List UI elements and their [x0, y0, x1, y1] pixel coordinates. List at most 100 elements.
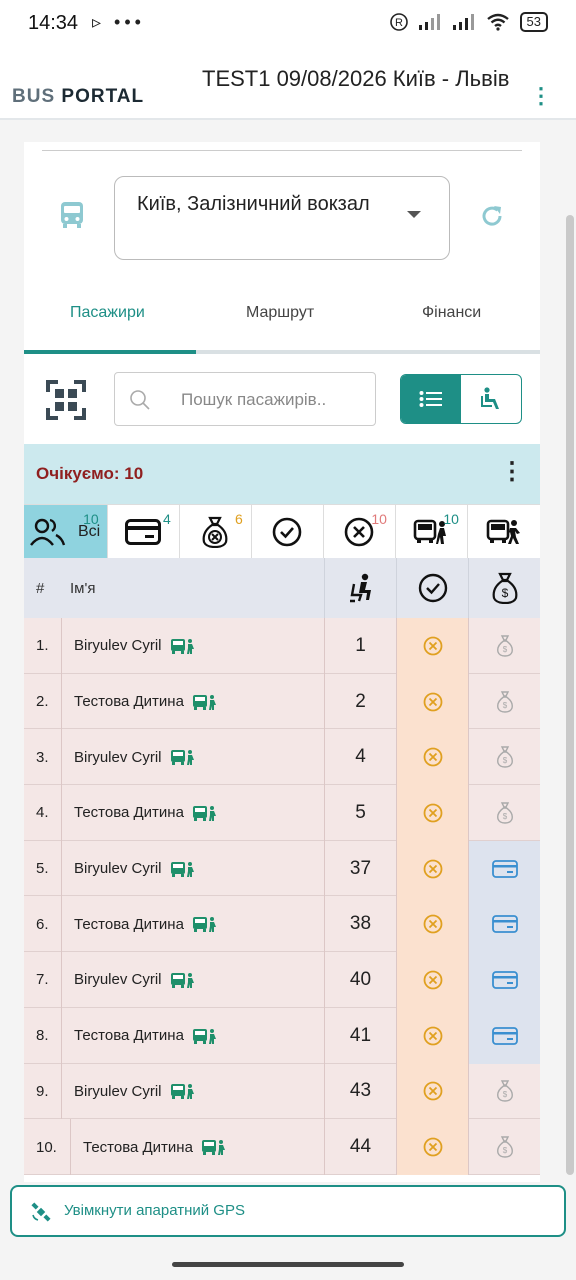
filter-card[interactable]: 4 — [107, 505, 180, 559]
bus-leaving-icon — [486, 519, 520, 544]
header-payment: $ — [468, 558, 540, 618]
svg-text:$: $ — [502, 1146, 507, 1155]
enable-gps-button[interactable]: Увімкнути апаратний GPS — [10, 1185, 566, 1237]
payment-status[interactable]: $ — [468, 729, 540, 786]
cross-circle-icon — [423, 747, 442, 767]
table-row[interactable]: 6. Тестова Дитина 38 — [24, 896, 540, 953]
header-name: Ім'я — [70, 579, 96, 597]
check-status[interactable] — [396, 896, 468, 953]
refresh-icon[interactable] — [478, 202, 506, 230]
passenger-name-cell[interactable]: Тестова Дитина — [61, 896, 218, 953]
passenger-name: Biryulev Cyril — [74, 637, 162, 655]
tab-finances[interactable]: Фінанси — [422, 304, 481, 322]
passenger-name-cell[interactable]: Biryulev Cyril — [61, 952, 196, 1008]
check-status[interactable] — [396, 1007, 468, 1064]
payment-status[interactable]: $ — [468, 673, 540, 730]
check-status[interactable] — [396, 1063, 468, 1120]
more-vertical-icon[interactable]: ⋮ — [530, 84, 552, 108]
check-status[interactable] — [396, 840, 468, 897]
payment-status[interactable]: $ — [468, 1063, 540, 1120]
row-number: 10. — [36, 1138, 57, 1156]
status-time: 14:34 — [28, 12, 79, 34]
page-title: TEST1 09/08/2026 Київ - Львів — [202, 66, 510, 91]
more-vertical-icon[interactable]: ⋮ — [500, 460, 524, 484]
header-seat — [324, 558, 396, 618]
table-row[interactable]: 1. Biryulev Cyril 1 $ — [24, 618, 540, 674]
passenger-name-cell[interactable]: Тестова Дитина — [61, 673, 218, 730]
passenger-name-cell[interactable]: Тестова Дитина — [61, 785, 218, 841]
card-icon — [491, 1026, 518, 1045]
cross-circle-icon — [423, 859, 442, 878]
table-header: # Ім'я $ — [24, 558, 540, 618]
filter-not-checked[interactable]: 10 — [323, 505, 396, 559]
tab-route[interactable]: Маршрут — [246, 304, 314, 322]
passenger-name-cell[interactable]: Biryulev Cyril — [61, 729, 196, 786]
filter-checked[interactable] — [251, 505, 324, 559]
row-number: 9. — [36, 1082, 49, 1100]
home-indicator[interactable] — [172, 1262, 404, 1267]
table-row[interactable]: 10. Тестова Дитина 44 $ — [24, 1119, 540, 1175]
money-bag-cross-icon — [202, 516, 228, 548]
status-notification-icons: ▹ ••• — [92, 12, 145, 32]
tab-passengers[interactable]: Пасажири — [70, 304, 145, 322]
check-status[interactable] — [396, 729, 468, 786]
passenger-name-cell[interactable]: Тестова Дитина — [70, 1119, 227, 1175]
tab-bar: Пасажири Маршрут Фінанси — [24, 288, 540, 354]
qr-scan-icon[interactable] — [46, 380, 86, 420]
check-status[interactable] — [396, 618, 468, 674]
passenger-name: Biryulev Cyril — [74, 971, 162, 989]
svg-text:$: $ — [502, 812, 507, 821]
list-view-button[interactable] — [401, 375, 461, 423]
payment-status[interactable] — [468, 952, 540, 1008]
payment-status[interactable]: $ — [468, 618, 540, 674]
table-row[interactable]: 5. Biryulev Cyril 37 — [24, 840, 540, 897]
payment-status[interactable]: $ — [468, 1119, 540, 1175]
table-row[interactable]: 3. Biryulev Cyril 4 $ — [24, 729, 540, 786]
payment-status[interactable] — [468, 896, 540, 953]
seat-number: 1 — [324, 618, 396, 674]
table-row[interactable]: 9. Biryulev Cyril 43 $ — [24, 1063, 540, 1120]
station-select[interactable]: Київ, Залізничний вокзал — [114, 176, 450, 260]
payment-status[interactable] — [468, 1007, 540, 1064]
seat-number: 41 — [324, 1007, 396, 1064]
filter-boarding[interactable]: 10 — [395, 505, 468, 559]
passenger-name-cell[interactable]: Biryulev Cyril — [61, 618, 196, 674]
table-row[interactable]: 8. Тестова Дитина 41 — [24, 1007, 540, 1064]
payment-status[interactable] — [468, 840, 540, 897]
row-number: 3. — [36, 748, 49, 766]
filter-all[interactable]: Всі 10 — [24, 505, 108, 559]
table-row[interactable]: 4. Тестова Дитина 5 $ — [24, 785, 540, 841]
scrollbar[interactable] — [566, 215, 574, 1175]
passenger-name-cell[interactable]: Biryulev Cyril — [61, 840, 196, 897]
filter-unpaid[interactable]: 6 — [179, 505, 252, 559]
passenger-name-cell[interactable]: Biryulev Cyril — [61, 1063, 196, 1120]
status-right-icons: R 53 — [389, 12, 548, 32]
check-status[interactable] — [396, 952, 468, 1008]
header-check — [396, 558, 468, 618]
bus-passenger-icon — [192, 1028, 216, 1044]
payment-status[interactable]: $ — [468, 785, 540, 841]
row-number: 8. — [36, 1027, 49, 1045]
tab-indicator — [24, 350, 196, 354]
search-input[interactable]: Пошук пасажирів.. — [114, 372, 376, 426]
svg-text:$: $ — [502, 1090, 507, 1099]
filter-leaving[interactable] — [467, 505, 540, 559]
top-divider — [42, 150, 522, 151]
table-row[interactable]: 2. Тестова Дитина 2 $ — [24, 673, 540, 730]
filter-card-count: 4 — [162, 511, 171, 527]
seat-number: 2 — [324, 673, 396, 730]
passenger-name-cell[interactable]: Тестова Дитина — [61, 1007, 218, 1064]
check-status[interactable] — [396, 1119, 468, 1175]
check-status[interactable] — [396, 673, 468, 730]
seat-view-button[interactable] — [461, 375, 521, 423]
satellite-icon — [31, 1202, 51, 1222]
cross-circle-icon — [423, 1081, 442, 1101]
cross-circle-icon — [423, 636, 442, 656]
table-row[interactable]: 7. Biryulev Cyril 40 — [24, 952, 540, 1008]
signal-icon — [418, 14, 440, 30]
check-status[interactable] — [396, 785, 468, 841]
view-toggle — [400, 374, 522, 424]
bus-passenger-icon — [192, 917, 216, 933]
header-num: # — [36, 579, 45, 597]
row-number: 1. — [36, 637, 49, 655]
